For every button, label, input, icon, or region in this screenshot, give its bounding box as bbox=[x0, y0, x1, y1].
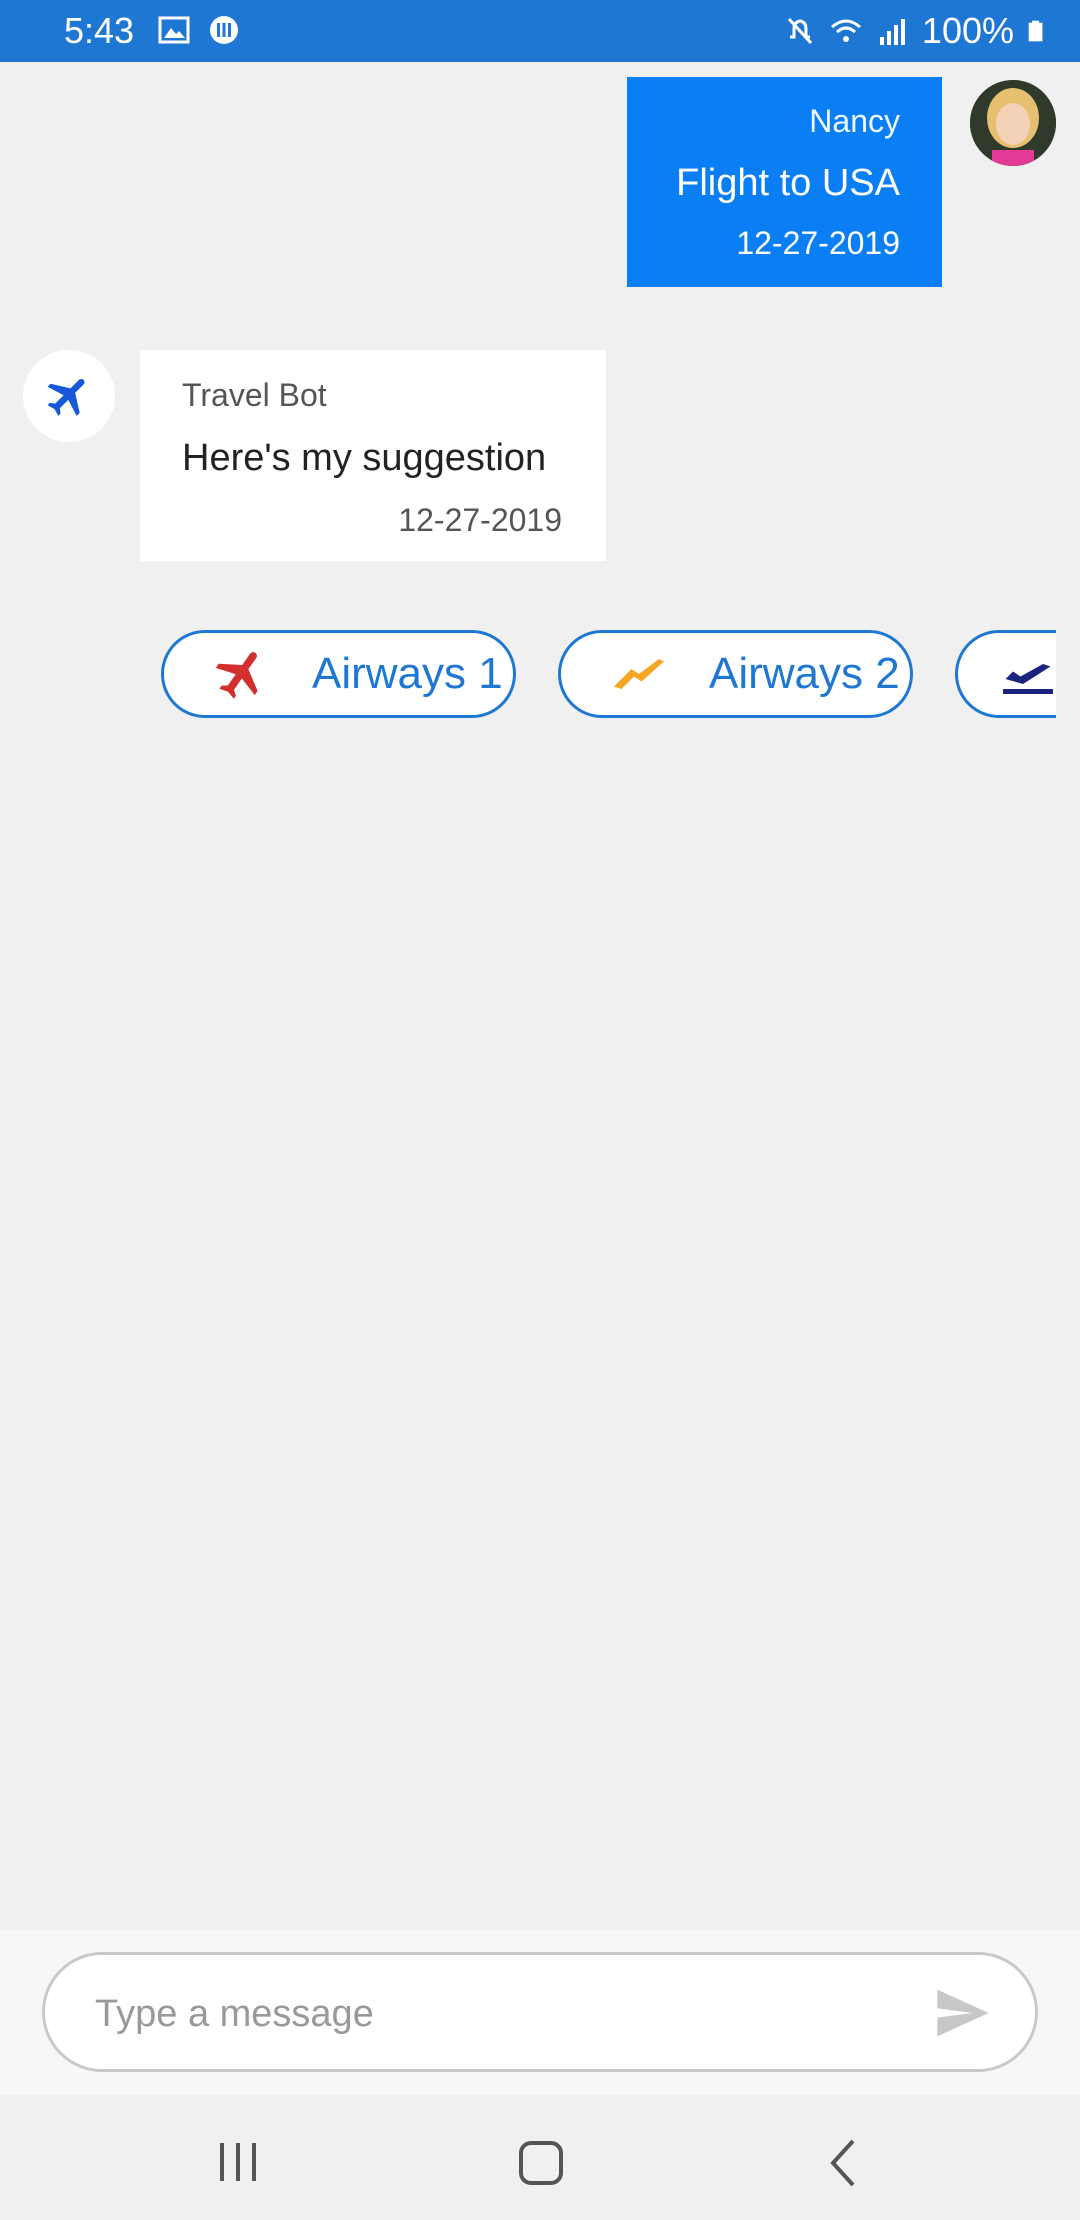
red-plane-icon bbox=[215, 652, 258, 699]
suggestion-label: Airways 2 bbox=[709, 649, 900, 698]
outgoing-author: Nancy bbox=[809, 103, 900, 139]
suggestion-label: Airways 1 bbox=[312, 649, 503, 698]
suggestion-chip-2[interactable]: Airways 2 bbox=[558, 630, 913, 718]
status-right: 100% bbox=[784, 10, 1050, 52]
outgoing-date: 12-27-2019 bbox=[736, 225, 900, 261]
avatar-image bbox=[970, 80, 1056, 166]
composer-area bbox=[0, 1930, 1080, 2095]
suggestion-list[interactable]: Airways 1 Airways 2 bbox=[0, 630, 1056, 722]
orange-plane-icon bbox=[614, 659, 664, 689]
message-input[interactable] bbox=[93, 1985, 917, 2043]
outgoing-text: Flight to USA bbox=[676, 162, 900, 204]
status-time: 5:43 bbox=[64, 10, 135, 51]
back-icon[interactable] bbox=[815, 2133, 875, 2193]
suggestion-chip-1[interactable]: Airways 1 bbox=[161, 630, 516, 718]
wifi-icon bbox=[830, 19, 861, 42]
suggestion-chip-3[interactable] bbox=[955, 630, 1056, 718]
incoming-date: 12-27-2019 bbox=[398, 502, 562, 538]
status-left-icons bbox=[158, 14, 240, 46]
incoming-message-bubble[interactable]: Travel Bot Here's my suggestion 12-27-20… bbox=[140, 350, 606, 561]
incoming-text: Here's my suggestion bbox=[182, 437, 547, 479]
bot-avatar[interactable] bbox=[23, 350, 115, 442]
airplane-icon bbox=[47, 378, 85, 416]
app-notification-icon bbox=[210, 16, 238, 44]
battery-percent: 100% bbox=[921, 10, 1014, 51]
system-nav-bar bbox=[0, 2095, 1080, 2220]
user-avatar[interactable] bbox=[970, 80, 1056, 166]
status-bar: 5:43 100% bbox=[0, 0, 1080, 62]
signal-icon bbox=[879, 19, 905, 45]
battery-icon bbox=[1028, 20, 1043, 42]
navy-plane-icon bbox=[1003, 664, 1053, 694]
message-input-container[interactable] bbox=[42, 1952, 1038, 2072]
send-icon[interactable] bbox=[935, 1987, 991, 2039]
home-icon[interactable] bbox=[511, 2133, 571, 2193]
outgoing-message-bubble[interactable]: Nancy Flight to USA 12-27-2019 bbox=[627, 77, 942, 287]
recent-apps-icon[interactable] bbox=[208, 2133, 268, 2193]
mute-icon bbox=[787, 17, 813, 45]
gallery-icon bbox=[158, 16, 190, 44]
incoming-author: Travel Bot bbox=[182, 377, 327, 413]
